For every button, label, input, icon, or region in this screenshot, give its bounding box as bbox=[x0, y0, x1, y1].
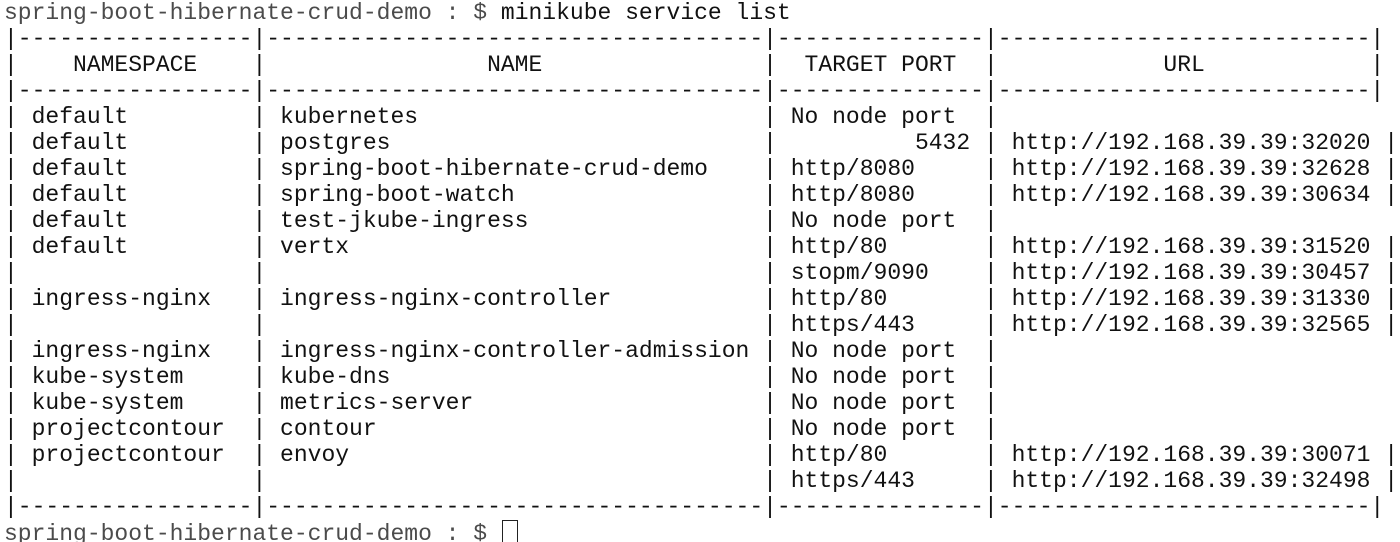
table-row: | default | test-jkube-ingress | No node… bbox=[4, 208, 998, 234]
table-row: | ingress-nginx | ingress-nginx-controll… bbox=[4, 286, 1399, 312]
shell-prompt: spring-boot-hibernate-crud-demo : $ bbox=[4, 521, 501, 542]
terminal-window[interactable]: spring-boot-hibernate-crud-demo : $ mini… bbox=[0, 0, 1400, 542]
table-row: | kube-system | kube-dns | No node port … bbox=[4, 364, 998, 390]
shell-prompt: spring-boot-hibernate-crud-demo : $ bbox=[4, 0, 501, 26]
table-row: | kube-system | metrics-server | No node… bbox=[4, 390, 998, 416]
table-row: | ingress-nginx | ingress-nginx-controll… bbox=[4, 338, 998, 364]
prompt-line[interactable]: spring-boot-hibernate-crud-demo : $ bbox=[4, 520, 518, 542]
table-row: | | | https/443 | http://192.168.39.39:3… bbox=[4, 468, 1399, 494]
command-text: minikube service list bbox=[500, 0, 791, 26]
table-line: |-----------------|---------------------… bbox=[4, 26, 1385, 52]
table-line: |-----------------|---------------------… bbox=[4, 494, 1385, 520]
table-row: | projectcontour | contour | No node por… bbox=[4, 416, 998, 442]
table-row: | projectcontour | envoy | http/80 | htt… bbox=[4, 442, 1399, 468]
command-line: spring-boot-hibernate-crud-demo : $ mini… bbox=[4, 0, 791, 26]
table-line: |-----------------|---------------------… bbox=[4, 78, 1385, 104]
table-row: | default | spring-boot-watch | http/808… bbox=[4, 182, 1399, 208]
table-row: | default | kubernetes | No node port | bbox=[4, 104, 998, 130]
table-header-row: | NAMESPACE | NAME | TARGET PORT | URL | bbox=[4, 52, 1385, 78]
table-row: | default | postgres | 5432 | http://192… bbox=[4, 130, 1399, 156]
table-row: | | | stopm/9090 | http://192.168.39.39:… bbox=[4, 260, 1399, 286]
table-row: | | | https/443 | http://192.168.39.39:3… bbox=[4, 312, 1399, 338]
table-row: | default | vertx | http/80 | http://192… bbox=[4, 234, 1399, 260]
text-cursor bbox=[501, 520, 518, 542]
table-row: | default | spring-boot-hibernate-crud-d… bbox=[4, 156, 1399, 182]
